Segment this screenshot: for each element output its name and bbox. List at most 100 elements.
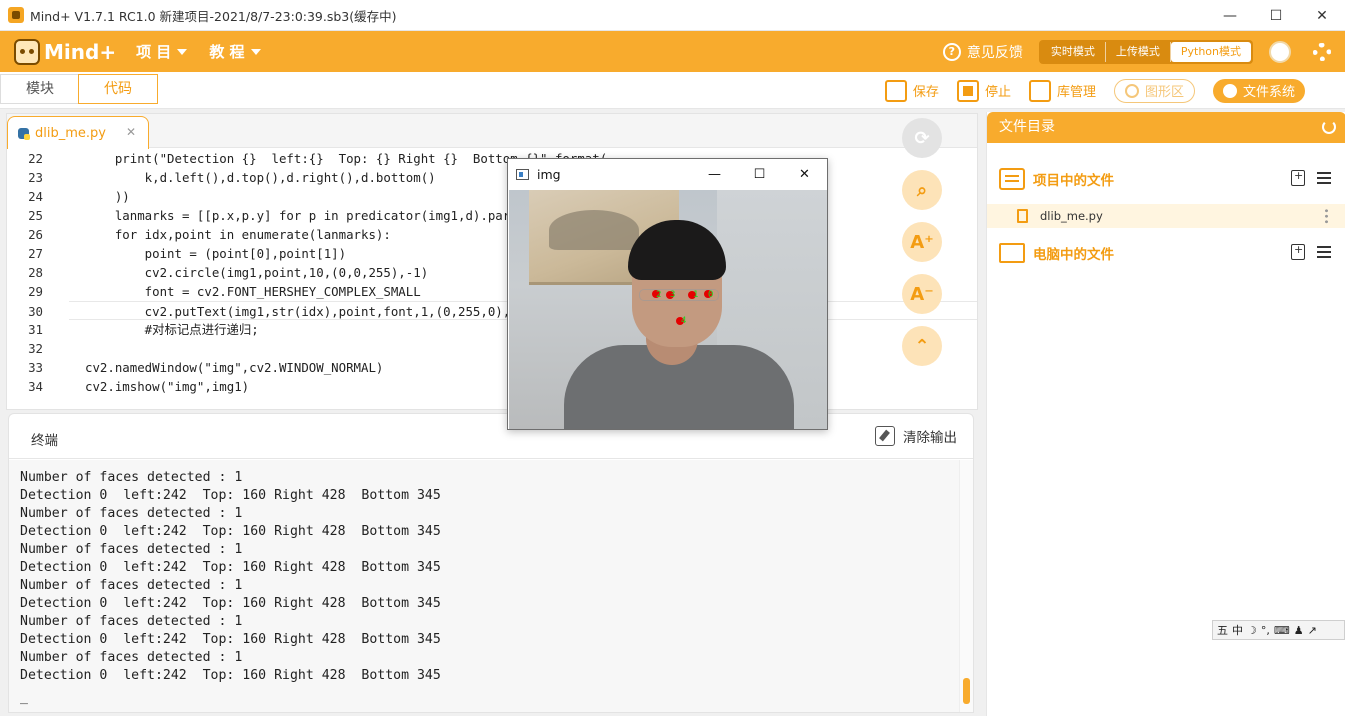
img-window-titlebar[interactable]: img — ☐ ✕ — [508, 159, 827, 190]
terminal-title: 终端 — [31, 433, 58, 449]
stop-button[interactable]: 停止 — [956, 79, 1011, 102]
menu-icon[interactable] — [1317, 172, 1331, 184]
close-icon[interactable]: ✕ — [126, 125, 136, 139]
ime-user-icon[interactable]: ♟ — [1294, 624, 1304, 637]
img-window-controls: — ☐ ✕ — [692, 159, 827, 190]
code-line: 26 for idx,point in enumerate(lanmarks): — [7, 225, 977, 244]
terminal-output[interactable]: Number of faces detected : 1 Detection 0… — [9, 460, 959, 712]
opencv-img-window[interactable]: img — ☐ ✕ 2 3 1 0 4 — [507, 158, 828, 430]
scrollbar-thumb[interactable] — [963, 678, 970, 704]
more-options-icon[interactable] — [1325, 208, 1328, 224]
file-directory-title: 文件目录 — [999, 119, 1055, 135]
ime-punct-icon[interactable]: °, — [1261, 624, 1270, 637]
terminal-line: Number of faces detected : 1 — [20, 650, 243, 665]
ime-chinese-icon[interactable]: 中 — [1232, 622, 1243, 638]
graphics-label: 图形区 — [1144, 85, 1184, 100]
line-text: cv2.imshow("img",img1) — [85, 379, 250, 394]
avatar[interactable] — [1269, 40, 1291, 63]
brand-name: Mind+ — [44, 39, 117, 64]
stop-icon — [956, 79, 979, 102]
landmark-label: 3 — [670, 290, 676, 300]
file-tab-bar: dlib_me.py ✕ — [7, 114, 977, 149]
mindplus-app: Mind+ V1.7.1 RC1.0 新建项目-2021/8/7-23:0:39… — [0, 0, 1345, 716]
font-increase-icon[interactable]: A⁺ — [902, 222, 942, 262]
terminal-line: Detection 0 left:242 Top: 160 Right 428 … — [20, 632, 441, 647]
refresh-icon[interactable]: ⟳ — [902, 118, 942, 158]
terminal-line: Number of faces detected : 1 — [20, 578, 243, 593]
sync-icon[interactable] — [1322, 120, 1336, 134]
line-number: 30 — [28, 304, 43, 319]
line-text: font = cv2.FONT_HERSHEY_COMPLEX_SMALL — [85, 284, 421, 299]
terminal-line: Detection 0 left:242 Top: 160 Right 428 … — [20, 524, 441, 539]
img-maximize-button[interactable]: ☐ — [737, 159, 782, 190]
computer-files-label: 电脑中的文件 — [1033, 247, 1114, 263]
ime-toolbar: 五 中 ☽ °, ⌨ ♟ ↗ — [1212, 620, 1345, 640]
topbar-right: ? 意见反馈 实时模式 上传模式 Python模式 — [942, 31, 1345, 72]
code-line: 28 cv2.circle(img1,point,10,(0,0,255),-1… — [7, 263, 977, 282]
mode-switcher: 实时模式 上传模式 Python模式 — [1038, 39, 1253, 64]
code-line: 27 point = (point[0],point[1]) — [7, 244, 977, 263]
gear-icon[interactable] — [1311, 41, 1333, 63]
img-close-button[interactable]: ✕ — [782, 159, 827, 190]
filesystem-label: 文件系统 — [1242, 85, 1295, 100]
save-button[interactable]: 保存 — [884, 79, 939, 102]
filesystem-button[interactable]: 文件系统 — [1212, 78, 1305, 103]
line-number: 34 — [28, 379, 43, 394]
library-button[interactable]: 库管理 — [1028, 79, 1096, 102]
graphics-button[interactable]: 图形区 — [1113, 78, 1195, 103]
menu-project[interactable]: 项 目 — [136, 41, 188, 62]
code-editor: dlib_me.py ✕ 22 print("Detection {} left… — [6, 113, 978, 410]
line-number: 32 — [28, 341, 43, 356]
window-titlebar: Mind+ V1.7.1 RC1.0 新建项目-2021/8/7-23:0:39… — [0, 0, 1345, 31]
computer-files-section[interactable]: 电脑中的文件 — [999, 238, 1114, 268]
brand-logo: Mind+ — [14, 38, 117, 65]
terminal-line: Detection 0 left:242 Top: 160 Right 428 … — [20, 560, 441, 575]
line-text: k,d.left(),d.top(),d.right(),d.bottom() — [85, 170, 436, 185]
scroll-top-icon[interactable]: ⌃ — [902, 326, 942, 366]
save-label: 保存 — [912, 85, 939, 100]
line-text: cv2.namedWindow("img",cv2.WINDOW_NORMAL) — [85, 360, 384, 375]
code-line: 29 font = cv2.FONT_HERSHEY_COMPLEX_SMALL — [7, 282, 977, 301]
code-area[interactable]: 22 print("Detection {} left:{} Top: {} R… — [7, 149, 977, 409]
ime-keyboard-icon[interactable]: ⌨ — [1274, 624, 1290, 637]
line-text: cv2.circle(img1,point,10,(0,0,255),-1) — [85, 265, 429, 280]
ime-wubi-icon[interactable]: 五 — [1217, 622, 1228, 638]
close-button[interactable]: ✕ — [1299, 0, 1345, 31]
tab-blocks[interactable]: 模块 — [0, 74, 80, 104]
line-text: #对标记点进行递归; — [85, 322, 259, 337]
stop-label: 停止 — [984, 85, 1011, 100]
clear-output-button[interactable]: 清除输出 — [875, 426, 957, 446]
font-decrease-icon[interactable]: A⁻ — [902, 274, 942, 314]
app-logo-icon — [8, 7, 24, 23]
terminal-line: Detection 0 left:242 Top: 160 Right 428 … — [20, 668, 441, 683]
top-menubar: Mind+ 项 目 教 程 ? 意见反馈 实时模式 上传模式 Python模式 — [0, 31, 1345, 72]
chevron-down-icon — [177, 48, 188, 55]
project-files-section[interactable]: 项目中的文件 — [999, 164, 1114, 194]
maximize-button[interactable]: ☐ — [1253, 0, 1299, 31]
ime-more-icon[interactable]: ↗ — [1308, 624, 1317, 637]
feedback-button[interactable]: ? 意见反馈 — [942, 42, 1023, 62]
ime-moon-icon[interactable]: ☽ — [1247, 624, 1257, 637]
file-item-dlib-me[interactable]: dlib_me.py — [987, 204, 1345, 228]
menu-icon[interactable] — [1317, 246, 1331, 258]
file-tab-dlib-me[interactable]: dlib_me.py ✕ — [7, 116, 149, 149]
tab-code[interactable]: 代码 — [78, 74, 158, 104]
feedback-label: 意见反馈 — [966, 44, 1023, 61]
mode-python[interactable]: Python模式 — [1170, 41, 1251, 62]
menu-tutorial-label: 教 程 — [209, 43, 245, 61]
code-line: 25 lanmarks = [[p.x,p.y] for p in predic… — [7, 206, 977, 225]
mode-realtime[interactable]: 实时模式 — [1041, 41, 1106, 62]
python-file-icon — [18, 127, 30, 140]
terminal-header: 终端 清除输出 — [9, 414, 973, 459]
terminal-scrollbar[interactable] — [959, 460, 973, 712]
img-minimize-button[interactable]: — — [692, 159, 737, 190]
line-number: 25 — [28, 208, 43, 223]
new-file-icon[interactable] — [1291, 169, 1305, 186]
new-file-icon[interactable] — [1291, 243, 1305, 260]
code-line: 24 )) — [7, 187, 977, 206]
search-icon[interactable]: ⌕ — [902, 170, 942, 210]
mode-upload[interactable]: 上传模式 — [1106, 41, 1171, 62]
minimize-button[interactable]: — — [1207, 0, 1253, 31]
clear-output-label: 清除输出 — [903, 430, 957, 446]
menu-tutorial[interactable]: 教 程 — [209, 41, 261, 62]
